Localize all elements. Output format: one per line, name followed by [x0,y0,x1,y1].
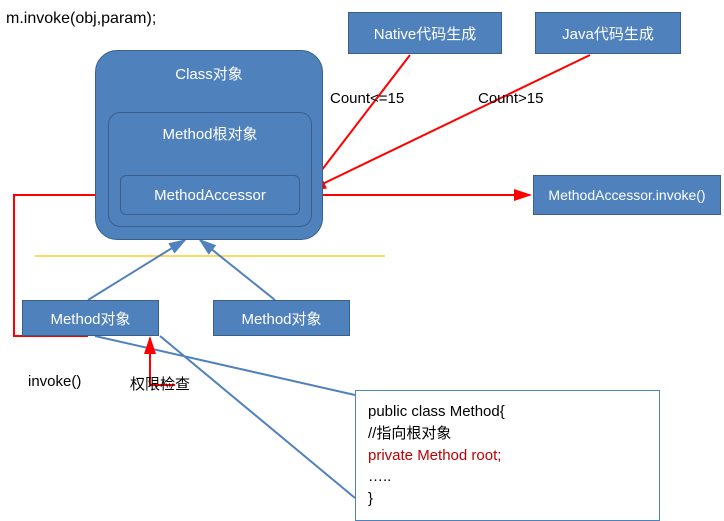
native-gen-label: Native代码生成 [374,23,477,44]
code-line-close: } [368,488,647,510]
invoke-label: invoke() [28,373,81,390]
method-obj-1-label: Method对象 [50,308,130,329]
code-line-field: private Method root; [368,445,647,467]
accessor-invoke-box: MethodAccessor.invoke() [533,175,721,215]
class-object-label: Class对象 [175,63,243,84]
code-box: public class Method{ //指向根对象 private Met… [355,390,660,521]
method-obj-2-box: Method对象 [213,300,350,336]
code-line-comment: //指向根对象 [368,423,647,445]
method-accessor-label: MethodAccessor [154,187,266,204]
native-gen-box: Native代码生成 [348,12,502,54]
method-obj-1-box: Method对象 [22,300,159,336]
top-code-text: m.invoke(obj,param); [6,10,156,28]
method-root-label: Method根对象 [162,123,257,144]
java-gen-box: Java代码生成 [535,12,681,54]
accessor-invoke-label: MethodAccessor.invoke() [548,187,705,203]
method-obj-2-label: Method对象 [241,308,321,329]
java-gen-label: Java代码生成 [562,23,654,44]
perm-check-label: 权限检查 [130,373,190,394]
method-accessor-box: MethodAccessor [120,175,300,215]
count-gt-label: Count>15 [478,90,543,107]
code-line-dots: ….. [368,466,647,488]
count-le-label: Count<=15 [330,90,404,107]
code-line-head: public class Method{ [368,401,647,423]
